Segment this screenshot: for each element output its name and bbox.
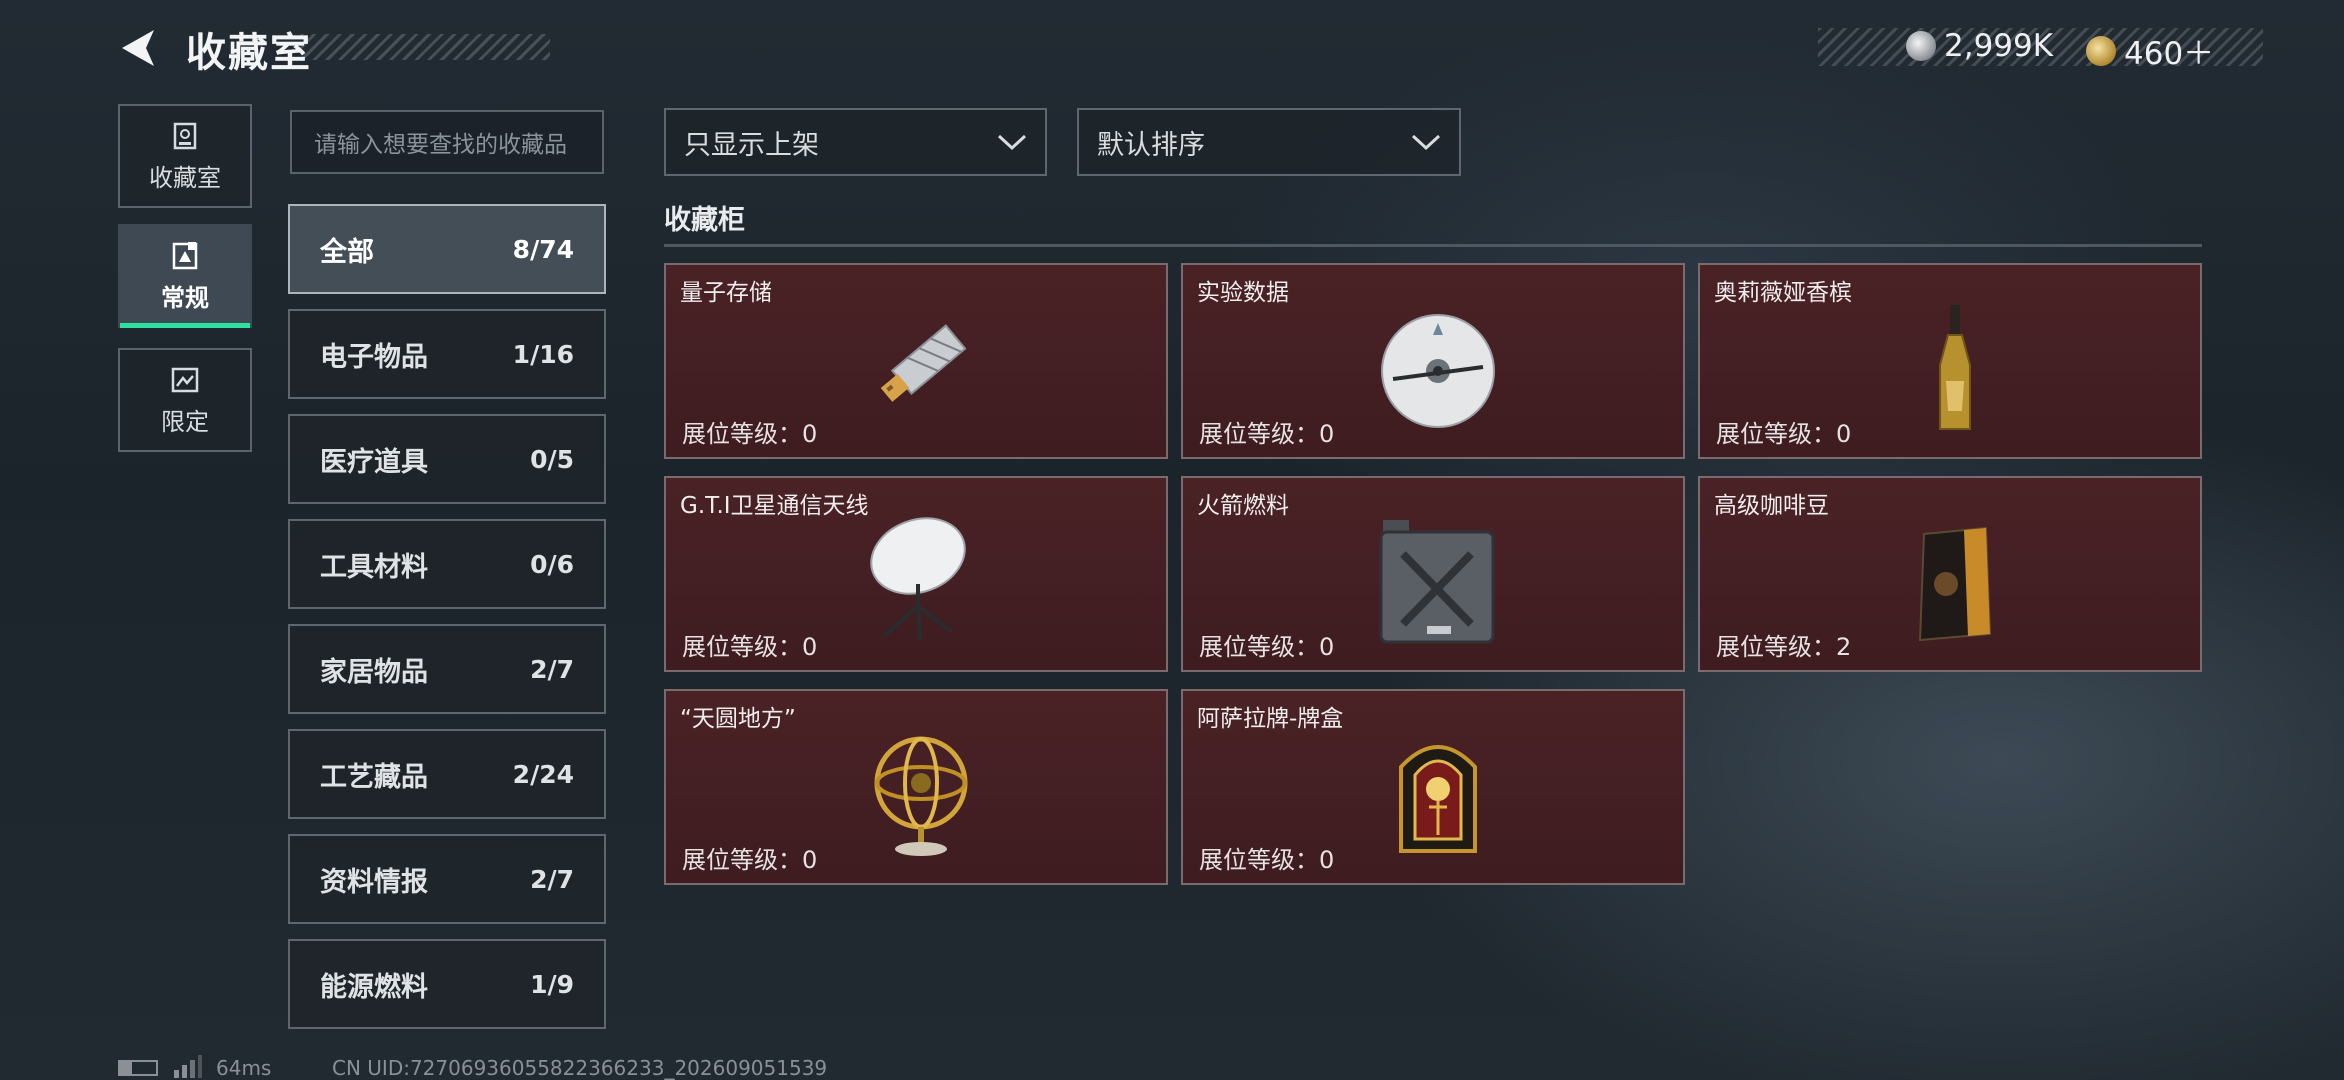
card-box-icon: [1399, 745, 1477, 853]
category-count: 0/6: [530, 549, 574, 579]
item-name: 阿萨拉牌-牌盒: [1197, 706, 1344, 732]
champagne-bottle-icon: [1939, 305, 1971, 430]
coffee-bag-icon: [1918, 526, 1992, 642]
category-name: 资料情报: [320, 866, 428, 898]
section-title: 收藏柜: [664, 205, 745, 236]
booth-level: 展位等级：0: [1716, 420, 1852, 448]
gold-coin-icon: [2086, 35, 2116, 66]
category-intel[interactable]: 资料情报 2/7: [288, 834, 606, 924]
category-count: 2/7: [530, 654, 574, 684]
silver-coin-icon: [1906, 31, 1936, 61]
nav-collection-room[interactable]: 收藏室: [118, 104, 252, 208]
sort-value: 默认排序: [1097, 129, 1205, 161]
category-name: 全部: [320, 236, 374, 268]
sort-dropdown[interactable]: 默认排序: [1077, 108, 1461, 176]
category-name: 工具材料: [320, 551, 428, 583]
category-count: 0/5: [530, 444, 574, 474]
item-name: “天圆地方”: [680, 706, 796, 732]
currency-gold-value: 460＋: [2124, 36, 2215, 72]
category-count: 2/7: [530, 864, 574, 894]
booth-level: 展位等级：0: [1199, 420, 1335, 448]
ping-text: 64ms: [216, 1056, 272, 1080]
category-name: 电子物品: [320, 341, 428, 373]
item-name: 高级咖啡豆: [1714, 493, 1829, 519]
currency-silver[interactable]: 2,999K: [1906, 28, 2053, 64]
usb-drive-icon: [880, 324, 967, 402]
category-name: 医疗道具: [320, 446, 428, 478]
booth-level: 展位等级：0: [682, 633, 818, 661]
collection-card[interactable]: 奥莉薇娅香槟 展位等级：0: [1698, 263, 2202, 459]
nav-regular-label: 常规: [161, 283, 209, 312]
category-name: 家居物品: [320, 656, 428, 688]
item-name: 火箭燃料: [1197, 493, 1289, 519]
booth-level: 展位等级：0: [1199, 846, 1335, 874]
category-count: 1/16: [512, 339, 574, 369]
category-electronics[interactable]: 电子物品 1/16: [288, 309, 606, 399]
item-name: 实验数据: [1197, 280, 1289, 306]
booth-level: 展位等级：0: [682, 420, 818, 448]
item-name: G.T.I卫星通信天线: [680, 493, 869, 519]
currency-silver-value: 2,999K: [1944, 28, 2054, 64]
display-filter-value: 只显示上架: [684, 129, 819, 161]
collection-room-icon: [173, 122, 197, 149]
currency-gold[interactable]: 460＋: [2086, 28, 2214, 73]
category-count: 8/74: [512, 234, 574, 264]
nav-limited-label: 限定: [161, 407, 209, 436]
back-arrow-icon[interactable]: [116, 26, 160, 70]
display-filter-dropdown[interactable]: 只显示上架: [664, 108, 1047, 176]
category-name: 能源燃料: [320, 971, 428, 1003]
chevron-down-icon: [1411, 134, 1441, 151]
disc-icon: [1381, 314, 1495, 428]
booth-level: 展位等级：0: [1199, 633, 1335, 661]
item-name: 量子存储: [680, 280, 772, 306]
category-count: 1/9: [530, 969, 574, 999]
page-title: 收藏室: [186, 30, 312, 76]
nav-regular[interactable]: 常规: [118, 224, 252, 328]
fuel-canister-icon: [1379, 520, 1495, 644]
booth-level: 展位等级：0: [682, 846, 818, 874]
category-count: 2/24: [512, 759, 574, 789]
collection-card[interactable]: 阿萨拉牌-牌盒 展位等级：0: [1181, 689, 1685, 885]
limited-icon: [171, 367, 199, 392]
uid-text: CN UID:72706936055822366233_202609051539: [332, 1056, 828, 1080]
collection-card[interactable]: 量子存储 展位等级：0: [664, 263, 1168, 459]
armillary-sphere-icon: [874, 736, 968, 856]
category-energy[interactable]: 能源燃料 1/9: [288, 939, 606, 1029]
collection-card[interactable]: “天圆地方” 展位等级：0: [664, 689, 1168, 885]
category-name: 工艺藏品: [320, 761, 428, 793]
collection-card[interactable]: 实验数据 展位等级：0: [1181, 263, 1685, 459]
signal-icon: [174, 1055, 202, 1078]
item-name: 奥莉薇娅香槟: [1714, 280, 1852, 306]
nav-collection-room-label: 收藏室: [149, 163, 221, 192]
search-input[interactable]: 请输入想要查找的收藏品: [290, 110, 604, 174]
collection-card[interactable]: G.T.I卫星通信天线 展位等级：0: [664, 476, 1168, 672]
battery-icon: [118, 1060, 158, 1076]
category-household[interactable]: 家居物品 2/7: [288, 624, 606, 714]
collection-card[interactable]: 火箭燃料 展位等级：0: [1181, 476, 1685, 672]
category-tools[interactable]: 工具材料 0/6: [288, 519, 606, 609]
regular-icon: [172, 241, 198, 269]
section-divider: [664, 244, 2202, 247]
satellite-dish-icon: [870, 517, 966, 641]
collection-card[interactable]: 高级咖啡豆 展位等级：2: [1698, 476, 2202, 672]
category-all[interactable]: 全部 8/74: [288, 204, 606, 294]
category-medical[interactable]: 医疗道具 0/5: [288, 414, 606, 504]
chevron-down-icon: [997, 134, 1027, 151]
category-crafts[interactable]: 工艺藏品 2/24: [288, 729, 606, 819]
nav-limited[interactable]: 限定: [118, 348, 252, 452]
booth-level: 展位等级：2: [1716, 633, 1852, 661]
title-decoration: [300, 34, 550, 60]
